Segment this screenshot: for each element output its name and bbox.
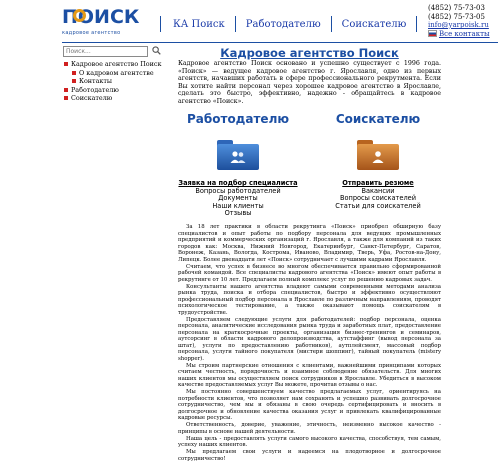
header: ПОИСК кадровое агентство КА Поиск Работо… [0,0,500,44]
applicant-folder-icon[interactable] [357,140,399,170]
contacts-block: (4852) 75-73-03 (4852) 75-73-05 info@yar… [428,4,490,38]
sidebar-item-label: Кадровое агентство Поиск [71,60,162,68]
page-title: Кадровое агентство Поиск [220,46,399,60]
phone-1: (4852) 75-73-03 [428,4,485,12]
nav-item-employer[interactable]: Работодателю [236,19,331,30]
body-paragraph: За 18 лет практики в области рекрутинга … [178,224,441,263]
bullet-icon [64,96,68,101]
nav-divider [416,16,418,32]
sidebar-item-label: Работодателю [71,85,119,94]
article-body: За 18 лет практики в области рекрутинга … [178,224,441,463]
body-paragraph: Мы строим партнерские отношения с клиент… [178,362,441,389]
search-input[interactable] [63,46,148,57]
body-paragraph: Предоставляем следующие услуги для работ… [178,316,441,362]
sidebar-item-applicant[interactable]: Соискателю [63,94,168,103]
nav-item-agency[interactable]: КА Поиск [161,19,235,30]
sidebar-menu: Кадровое агентство Поиск О кадровом аген… [63,60,168,103]
sidebar-item-label: О кадровом агентстве [79,68,154,77]
employer-heading-link[interactable]: Работодателю [187,112,289,126]
employer-column: Работодателю Заявка на подбор специалист… [178,112,298,218]
email-link[interactable]: info@yarpoisk.ru [428,21,489,29]
logo-ring-icon [73,9,86,22]
applicant-column: Соискателю Отправить резюме Вакансии Воп… [318,112,438,210]
logo[interactable]: ПОИСК кадровое агентство [62,6,139,38]
body-paragraph: Ответственность, доверие, уважение, этич… [178,422,441,435]
applicant-link-articles[interactable]: Статьи для соискателей [335,202,420,210]
logo-subtitle: кадровое агентство [62,30,121,36]
phone-2: (4852) 75-73-05 [428,12,485,21]
body-paragraph: Консультанты нашего агентства владеют са… [178,283,441,316]
applicant-heading-link[interactable]: Соискателю [336,112,420,126]
sidebar-item-label: Соискателю [71,94,113,103]
intro-paragraph: Кадровое агентство Поиск основано и успе… [178,60,441,105]
body-paragraph: Мы постоянно совершенствуем качество пре… [178,389,441,421]
bullet-icon [64,87,68,92]
header-divider [62,42,498,43]
top-navigation: КА Поиск Работодателю Соискателю [160,16,418,32]
flag-icon [428,30,437,37]
sidebar-item-label: Контакты [79,77,113,86]
body-paragraph: Мы предлагаем свои услуги и надеемся на … [178,449,441,462]
sidebar-item-employer[interactable]: Работодателю [63,86,168,95]
bullet-icon [72,70,76,75]
people-icon [230,151,246,163]
employer-folder-icon[interactable] [217,140,259,170]
sidebar-item-contacts[interactable]: Контакты [63,77,168,86]
search-icon[interactable] [152,46,161,55]
all-contacts-link[interactable]: Все контакты [439,30,490,38]
body-paragraph: Наша цель - предоставлять услуги самого … [178,435,441,449]
bullet-icon [72,79,76,84]
nav-item-applicant[interactable]: Соискателю [332,19,417,30]
sidebar-item-about[interactable]: О кадровом агентстве [63,69,168,78]
bullet-icon [64,62,68,66]
employer-links: Заявка на подбор специалиста Вопросы раб… [178,179,298,218]
applicant-links: Отправить резюме Вакансии Вопросы соиска… [318,179,438,210]
body-paragraph: Считаем, что успех в бизнесе во многом о… [178,263,441,283]
person-icon [372,151,384,163]
employer-link-reviews[interactable]: Отзывы [225,209,252,217]
sidebar-item-agency[interactable]: Кадровое агентство Поиск [63,60,168,69]
